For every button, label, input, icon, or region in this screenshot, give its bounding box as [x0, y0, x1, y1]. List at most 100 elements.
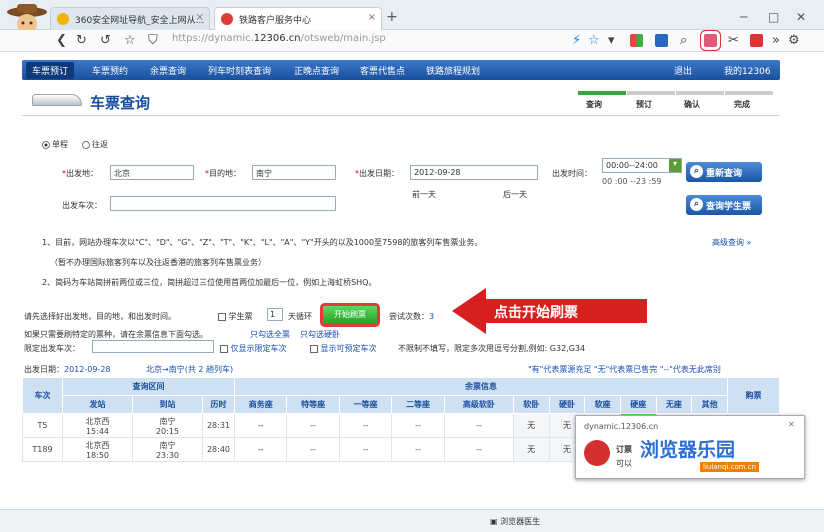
seat-header[interactable]: 其他 — [691, 395, 728, 414]
new-tab-button[interactable]: + — [386, 9, 398, 25]
menu-item-agents[interactable]: 客票代售点 — [360, 64, 405, 77]
seat-header[interactable]: 特等座 — [286, 395, 340, 414]
maximize-icon[interactable]: □ — [768, 10, 779, 24]
student-query-button[interactable]: ⌕ 查询学生票 — [686, 195, 762, 215]
seat-header[interactable]: 商务座 — [233, 395, 288, 414]
close-icon[interactable]: ✕ — [788, 420, 795, 429]
url-prefix: https://dynamic. — [172, 33, 254, 44]
duration-cell: 28:31 — [202, 413, 235, 438]
col-train: 车次 — [22, 377, 63, 414]
my-12306-link[interactable]: 我的12306 — [724, 64, 771, 77]
reader-icon[interactable] — [655, 34, 668, 47]
to-label-text: 目的地： — [209, 169, 241, 178]
seat-header[interactable]: 二等座 — [391, 395, 445, 414]
seat-label: 一等座 — [353, 400, 378, 409]
select-sleeper-link[interactable]: 只勾选硬卧 — [300, 329, 340, 340]
close-window-icon[interactable]: ✕ — [796, 10, 806, 24]
date-label-text: 出发日期： — [359, 169, 399, 178]
close-icon[interactable]: × — [368, 12, 376, 23]
limit-rule: 不限制不填写，限定多次用逗号分割,例如: G32,G34 — [398, 344, 586, 353]
from-label-text: 出发地： — [66, 169, 98, 178]
interval-input[interactable]: 1 — [267, 308, 283, 321]
menu-item-reserve[interactable]: 车票预约 — [92, 64, 128, 77]
close-icon[interactable]: × — [196, 12, 204, 23]
one-way-radio[interactable]: 单程 — [42, 139, 68, 150]
seat-label: 软座 — [594, 400, 611, 409]
chevron-down-icon[interactable]: ▾ — [608, 33, 615, 48]
chevron-down-icon[interactable]: ▾ — [669, 159, 681, 172]
seat-cell: -- — [338, 413, 393, 438]
popup-title: 订票 — [616, 445, 632, 454]
favorite-icon[interactable]: ☆ — [588, 33, 600, 48]
col-to: 到站 — [132, 395, 203, 414]
gear-icon[interactable]: ⚙ — [788, 33, 800, 48]
date-label: *出发日期： — [355, 169, 399, 178]
seat-cell: -- — [443, 413, 514, 438]
page-title: 车票查询 — [90, 94, 151, 112]
more-icon[interactable]: » — [772, 33, 780, 48]
start-refresh-button[interactable]: 开始刷票 — [323, 306, 377, 324]
apps-icon[interactable] — [630, 34, 643, 47]
train-number-link[interactable]: T189 — [22, 437, 63, 462]
search-icon[interactable]: ⌕ — [680, 33, 687, 48]
from-input[interactable]: 北京 — [110, 165, 194, 180]
step-book: 预订 — [636, 100, 652, 109]
time-select[interactable]: 00:00--24:00 ▾ — [602, 158, 682, 173]
step-confirm: 确认 — [684, 100, 700, 109]
undo-icon[interactable]: ↺ — [100, 33, 111, 48]
url-field[interactable]: https://dynamic.12306.cn/otsweb/main.jsp — [150, 33, 570, 49]
col-duration: 历时 — [202, 395, 235, 414]
seat-header[interactable]: 高级软卧 — [443, 395, 514, 414]
browser-doctor[interactable]: ▣ 浏览器医生 — [490, 516, 540, 527]
logout-link[interactable]: 退出 — [674, 64, 692, 77]
select-all-link[interactable]: 只勾选全票 — [250, 329, 290, 340]
refresh-icon[interactable]: ↻ — [76, 33, 87, 48]
from-label: *出发地： — [62, 169, 98, 178]
seat-header[interactable]: 一等座 — [338, 395, 393, 414]
seat-header[interactable]: 无座 — [655, 395, 693, 414]
requery-button[interactable]: ⌕ 重新查询 — [686, 162, 762, 182]
heart-icon[interactable] — [750, 34, 763, 47]
menu-item-delay[interactable]: 正晚点查询 — [294, 64, 339, 77]
star-icon[interactable]: ☆ — [124, 33, 136, 48]
date-input[interactable]: 2012-09-28 — [410, 165, 538, 180]
minimize-icon[interactable]: ─ — [740, 10, 747, 24]
seat-header[interactable]: 硬座 — [619, 395, 657, 414]
seat-cell: 无 — [512, 437, 550, 462]
limit-train-input[interactable] — [92, 340, 214, 353]
seat-label: 硬卧 — [558, 400, 575, 409]
next-day-link[interactable]: 后一天 — [503, 189, 527, 200]
prev-day-link[interactable]: 前一天 — [412, 189, 436, 200]
back-icon[interactable]: ❮ — [56, 33, 67, 48]
tab-12306[interactable]: 铁路客户服务中心 × — [214, 7, 382, 30]
seat-label: 硬座 — [630, 400, 647, 409]
popup-domain: dynamic.12306.cn — [584, 422, 659, 431]
advanced-query-link[interactable]: 高级查询 » — [712, 237, 751, 248]
train-number-link[interactable]: T5 — [22, 413, 63, 438]
menu-item-remaining[interactable]: 余票查询 — [150, 64, 186, 77]
seat-label: 无座 — [665, 400, 682, 409]
student-checkbox[interactable]: 学生票 — [218, 311, 253, 322]
from-cell: 北京西 18:50 — [62, 437, 133, 462]
seat-header[interactable]: 硬卧 — [548, 395, 586, 414]
seat-header[interactable]: 软座 — [584, 395, 621, 414]
tab-360-nav[interactable]: 360安全网址导航_安全上网从... × — [50, 7, 210, 30]
train-no-input[interactable] — [110, 196, 336, 211]
seat-header[interactable]: 软卧 — [512, 395, 550, 414]
to-input[interactable]: 南宁 — [252, 165, 336, 180]
menu-item-book[interactable]: 车票预订 — [26, 62, 75, 79]
result-date: 出发日期：2012-09-28 — [24, 364, 111, 375]
menu-item-timetable[interactable]: 列车时刻表查询 — [208, 64, 271, 77]
watermark: 浏览器乐园 — [640, 439, 736, 461]
menu-item-plan[interactable]: 铁路旅程规划 — [426, 64, 480, 77]
col-tickets: 余票信息 — [234, 377, 728, 396]
ticket-plugin-icon[interactable] — [704, 34, 717, 47]
only-show-checkbox[interactable]: 仅显示限定车次 — [220, 343, 287, 354]
tries-label-text: 尝试次数： — [389, 312, 429, 321]
show-bookable-checkbox[interactable]: 显示可预定车次 — [310, 343, 377, 354]
address-bar: ❮ ↻ ↺ ☆ ⛉ https://dynamic.12306.cn/otswe… — [0, 30, 824, 52]
scissors-icon[interactable]: ✂ — [728, 33, 739, 48]
lightning-icon[interactable]: ⚡ — [572, 33, 581, 48]
round-trip-radio[interactable]: 往返 — [82, 139, 108, 150]
search-icon: ⌕ — [690, 198, 703, 211]
